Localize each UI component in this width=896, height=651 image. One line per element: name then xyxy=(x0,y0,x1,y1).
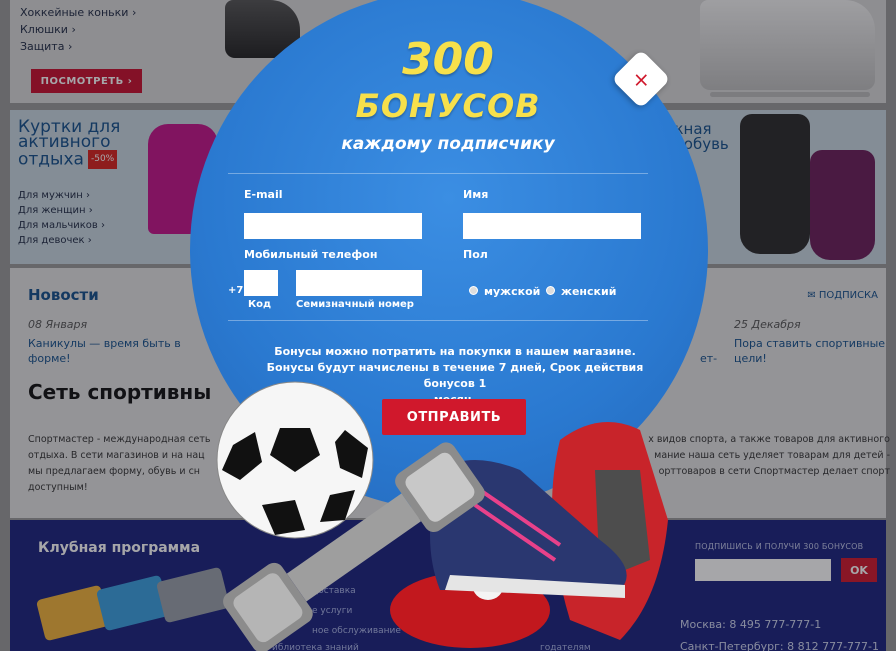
divider-bottom xyxy=(228,320,648,321)
name-input[interactable] xyxy=(463,213,641,239)
phone-prefix: +7 xyxy=(228,285,244,296)
gender-male-radio[interactable] xyxy=(469,286,478,295)
gender-male-label[interactable]: мужской xyxy=(484,285,540,298)
email-input[interactable] xyxy=(244,213,422,239)
gender-female-label[interactable]: женский xyxy=(561,285,616,298)
divider-top xyxy=(228,173,648,174)
gender-label: Пол xyxy=(463,248,488,261)
phone-code-input[interactable] xyxy=(244,270,278,296)
headline-number: 300 xyxy=(402,34,494,85)
phone-code-label: Код xyxy=(248,299,272,310)
gender-female-radio[interactable] xyxy=(546,286,555,295)
phone-number-label: Семизначный номер xyxy=(296,299,414,310)
phone-number-input[interactable] xyxy=(296,270,422,296)
subheadline: каждому подписчику xyxy=(341,134,555,154)
submit-button[interactable]: ОТПРАВИТЬ xyxy=(382,399,526,435)
name-label: Имя xyxy=(463,188,489,201)
email-label: E-mail xyxy=(244,188,283,201)
phone-label: Мобильный телефон xyxy=(244,248,378,261)
headline-word: БОНУСОВ xyxy=(355,87,541,125)
